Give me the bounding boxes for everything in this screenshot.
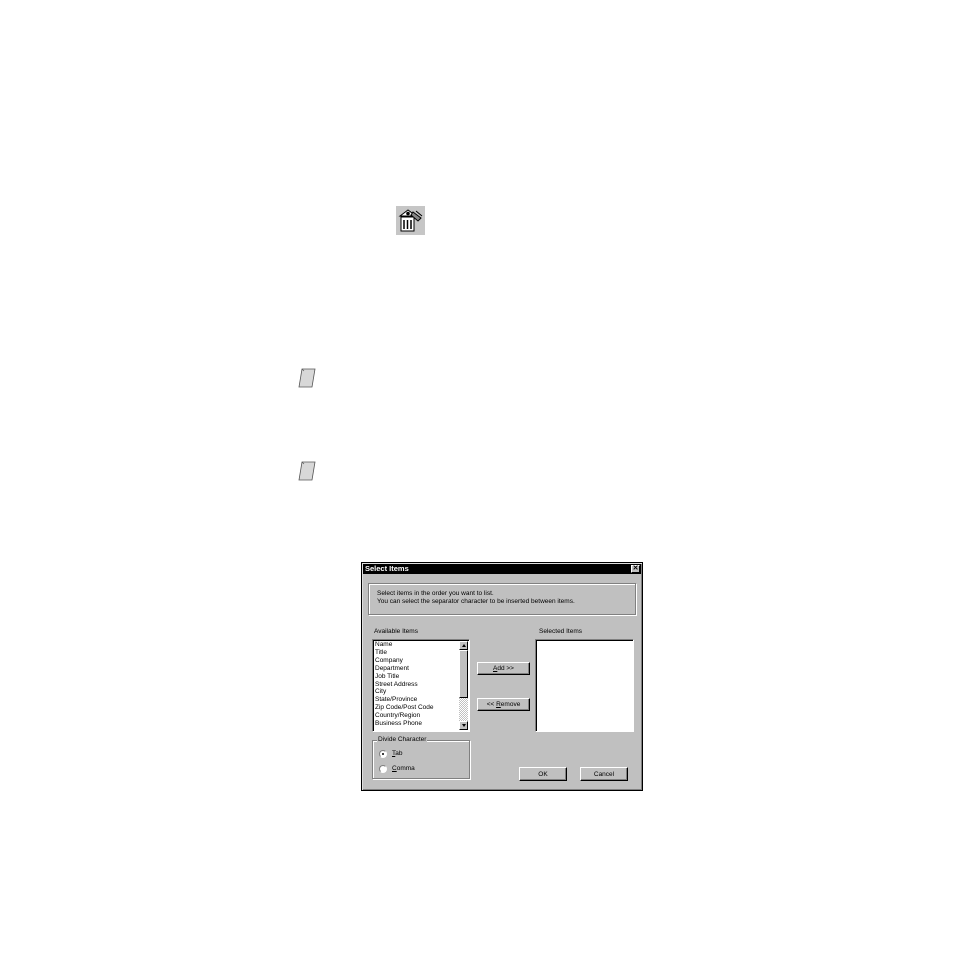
scroll-thumb[interactable] xyxy=(459,650,468,698)
list-item[interactable]: Department xyxy=(375,665,434,673)
available-items-list[interactable]: Name Title Company Department Job Title … xyxy=(372,639,470,732)
comma-radio[interactable] xyxy=(379,765,387,773)
radio-selected-dot xyxy=(382,753,384,755)
list-item[interactable]: Title xyxy=(375,649,434,657)
note-icon xyxy=(297,367,317,389)
available-list-scrollbar[interactable] xyxy=(459,641,468,730)
available-items-label: Available Items xyxy=(374,628,418,635)
list-item[interactable]: Job Title xyxy=(375,673,434,681)
comma-radio-label[interactable]: Comma xyxy=(392,765,415,773)
dialog-title: Select Items xyxy=(365,564,409,573)
add-label: dd >> xyxy=(497,664,514,672)
tab-label-rest: ab xyxy=(395,750,403,757)
close-button[interactable]: ✕ xyxy=(631,565,640,573)
instruction-line-1: Select items in the order you want to li… xyxy=(377,590,494,597)
arrow-down-icon xyxy=(461,724,466,727)
instruction-line-2: You can select the separator character t… xyxy=(377,598,575,605)
add-button[interactable]: Add >> xyxy=(477,662,530,675)
tab-radio-label[interactable]: Tab xyxy=(392,750,402,758)
note-icon xyxy=(297,460,317,482)
scroll-up-button[interactable] xyxy=(459,641,468,650)
remove-prefix: << xyxy=(486,700,497,708)
close-icon: ✕ xyxy=(632,565,639,572)
tab-radio[interactable] xyxy=(379,750,387,758)
cancel-button[interactable]: Cancel xyxy=(580,767,628,781)
list-item[interactable]: Name xyxy=(375,641,434,649)
list-item[interactable]: Street Address xyxy=(375,681,434,689)
list-item[interactable]: City xyxy=(375,688,434,696)
list-item[interactable]: State/Province xyxy=(375,696,434,704)
divide-character-group: Divide Character Tab Comma xyxy=(372,736,470,779)
scroll-down-button[interactable] xyxy=(459,721,468,730)
dialog-titlebar[interactable]: Select Items ✕ xyxy=(363,564,641,574)
remove-label: emove xyxy=(500,700,521,708)
arrow-up-icon xyxy=(461,644,466,647)
list-item[interactable]: Country/Region xyxy=(375,712,434,720)
list-item[interactable]: Company xyxy=(375,657,434,665)
remove-button[interactable]: << Remove xyxy=(477,698,530,711)
comma-label-rest: omma xyxy=(396,765,415,772)
instructions-panel: Select items in the order you want to li… xyxy=(368,583,636,615)
list-item[interactable]: Business Phone xyxy=(375,720,434,728)
selected-items-list[interactable] xyxy=(535,639,634,732)
select-items-dialog: Select Items ✕ Select items in the order… xyxy=(361,562,643,791)
divide-character-legend: Divide Character xyxy=(377,736,428,744)
address-book-print-icon[interactable] xyxy=(396,206,425,235)
list-item[interactable]: Zip Code/Post Code xyxy=(375,704,434,712)
selected-items-label: Selected Items xyxy=(539,628,582,635)
ok-button[interactable]: OK xyxy=(519,767,567,781)
